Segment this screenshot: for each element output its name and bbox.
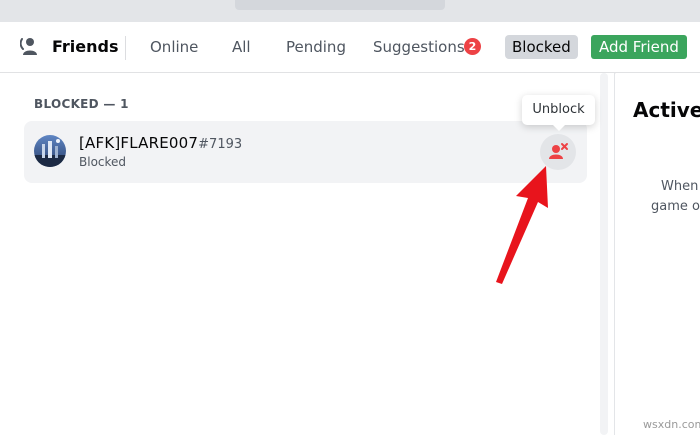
scrollbar[interactable] [600, 73, 608, 435]
blocked-section-label: BLOCKED — 1 [34, 97, 129, 111]
page-title: Friends [52, 37, 119, 56]
friend-status: Blocked [79, 155, 127, 169]
watermark: wsxdn.com [643, 418, 700, 431]
friend-discriminator: #7193 [198, 137, 243, 152]
annotation-arrow [496, 166, 548, 284]
friends-wave-icon [20, 38, 37, 55]
add-friend-button[interactable]: Add Friend [591, 35, 687, 59]
active-now-text-line2: game or [651, 199, 700, 214]
friend-username: [AFK]FLARE007#7193 [79, 134, 243, 152]
tab-pending[interactable]: Pending [280, 35, 352, 59]
window-top-strip [0, 0, 700, 22]
avatar [34, 135, 66, 167]
tab-blocked[interactable]: Blocked [505, 35, 578, 59]
active-now-text-line1: When [661, 179, 699, 194]
active-now-title: Active [633, 98, 700, 122]
suggestions-count-badge: 2 [464, 38, 481, 55]
friends-header: Friends Online All Pending Suggestions 2… [0, 22, 700, 73]
tab-online[interactable]: Online [144, 35, 204, 59]
header-divider [125, 36, 126, 60]
top-search-bar[interactable] [235, 0, 445, 10]
unblock-tooltip: Unblock [522, 95, 595, 131]
tab-all[interactable]: All [226, 35, 257, 59]
active-now-panel: Active When game or [616, 73, 700, 435]
tab-suggestions[interactable]: Suggestions [367, 35, 471, 59]
